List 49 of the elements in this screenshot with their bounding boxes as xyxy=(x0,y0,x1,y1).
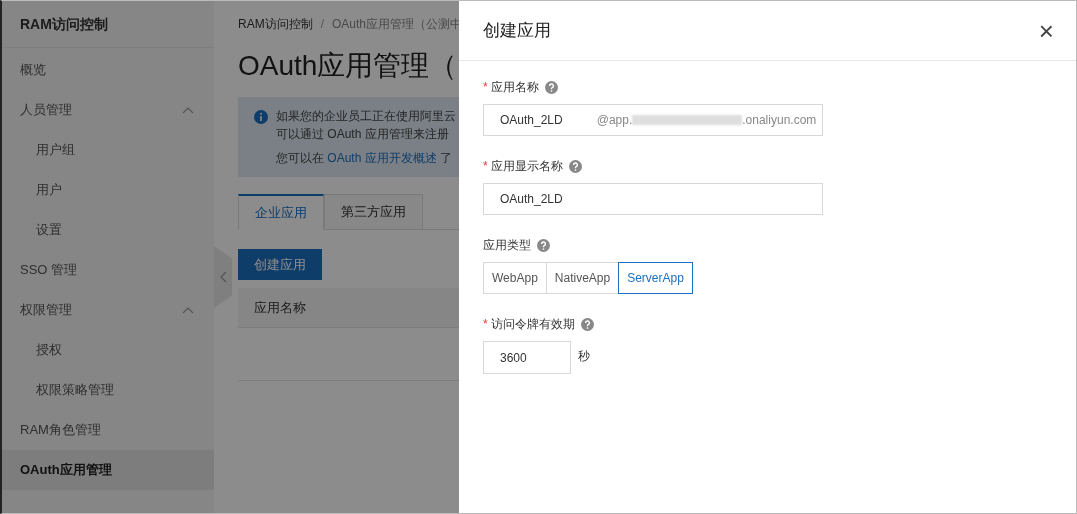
segment-option[interactable]: NativeApp xyxy=(545,262,620,294)
tab[interactable]: 第三方应用 xyxy=(324,194,423,230)
help-icon xyxy=(544,80,558,94)
notice-text: 如果您的企业员工正在使用阿里云 xyxy=(276,108,456,125)
help-icon xyxy=(537,238,550,252)
input-field[interactable]: 3600 xyxy=(483,341,571,374)
sidebar-item[interactable]: 权限管理 xyxy=(2,290,214,330)
required-mark: * xyxy=(483,158,488,175)
breadcrumb-separator: / xyxy=(320,16,324,33)
notice-link[interactable]: OAuth 应用开发概述 xyxy=(327,151,437,165)
unit-label: 秒 xyxy=(578,348,590,365)
page-title: OAuth应用管理（ xyxy=(238,49,459,83)
breadcrumb-item[interactable]: RAM访问控制 xyxy=(238,15,313,33)
sidebar-item[interactable]: RAM角色管理 xyxy=(2,410,214,450)
segment-option[interactable]: WebApp xyxy=(483,262,547,294)
sidebar-subitem[interactable]: 设置 xyxy=(2,210,214,250)
help-icon xyxy=(580,317,594,331)
required-mark: * xyxy=(483,79,488,96)
help-icon xyxy=(568,159,582,173)
drawer-title: 创建应用 xyxy=(483,19,551,42)
sidebar-item[interactable]: OAuth应用管理 xyxy=(2,450,214,490)
notice-text: 您可以在 OAuth 应用开发概述 了 xyxy=(276,150,454,167)
field-label: 应用名称 xyxy=(490,79,539,96)
sidebar-subitem[interactable]: 授权 xyxy=(2,330,214,370)
chevron-up-icon xyxy=(182,306,194,314)
sidebar-title: RAM访问控制 xyxy=(2,1,214,48)
field-label: 应用显示名称 xyxy=(490,158,563,175)
sidebar-subitem[interactable]: 用户 xyxy=(2,170,214,210)
domain-text: @app. xyxy=(596,112,633,129)
input-field[interactable]: OAuth_2LD @app. .onaliyun.com xyxy=(483,104,823,136)
field-label: 应用类型 xyxy=(483,237,531,254)
notice-text: 可以通过 OAuth 应用管理来注册 xyxy=(276,126,450,143)
sidebar-item[interactable]: SSO 管理 xyxy=(2,250,214,290)
column-header: 应用名称 xyxy=(253,298,307,317)
segment-option[interactable]: ServerApp xyxy=(618,262,693,294)
required-mark: * xyxy=(483,316,488,333)
sidebar-item[interactable]: 概览 xyxy=(2,50,214,90)
sidebar-subitem[interactable]: 权限策略管理 xyxy=(2,370,214,410)
close-button[interactable]: × xyxy=(1038,17,1054,44)
sidebar-subitem[interactable]: 用户组 xyxy=(2,130,214,170)
input-field[interactable]: OAuth_2LD xyxy=(483,183,823,215)
domain-text: .onaliyun.com xyxy=(742,112,817,129)
tab[interactable]: 企业应用 xyxy=(238,194,324,230)
create-button[interactable]: 创建应用 xyxy=(238,249,322,280)
info-icon xyxy=(254,110,268,124)
field-label: 访问令牌有效期 xyxy=(490,316,575,333)
chevron-left-icon xyxy=(219,271,227,283)
sidebar-item[interactable]: 人员管理 xyxy=(2,90,214,130)
chevron-up-icon xyxy=(182,106,194,114)
